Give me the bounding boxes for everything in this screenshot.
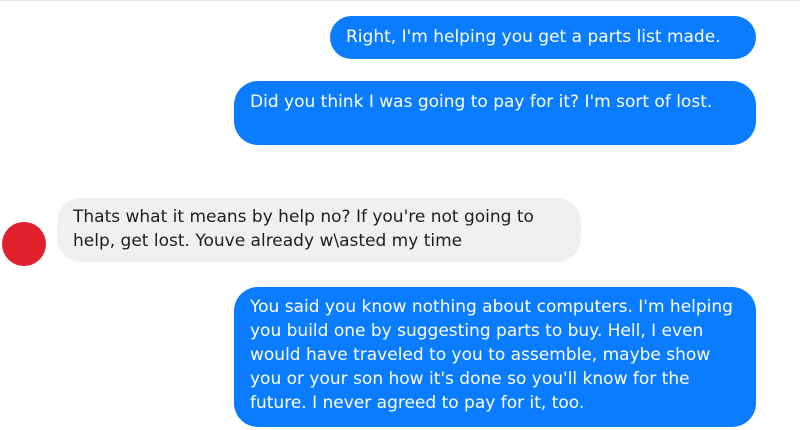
message-bubble-incoming[interactable]: Thats what it means by help no? If you'r… <box>57 198 581 262</box>
message-bubble-outgoing[interactable]: Right, I'm helping you get a parts list … <box>330 16 756 59</box>
message-bubble-outgoing[interactable]: You said you know nothing about computer… <box>234 287 756 427</box>
message-text: Did you think I was going to pay for it?… <box>250 92 713 112</box>
message-bubble-outgoing[interactable]: Did you think I was going to pay for it?… <box>234 81 756 145</box>
avatar-icon[interactable] <box>2 222 46 266</box>
message-text: Right, I'm helping you get a parts list … <box>346 27 721 47</box>
message-text: You said you know nothing about computer… <box>250 297 733 413</box>
message-text: Thats what it means by help no? If you'r… <box>73 207 534 251</box>
top-divider <box>0 0 800 1</box>
